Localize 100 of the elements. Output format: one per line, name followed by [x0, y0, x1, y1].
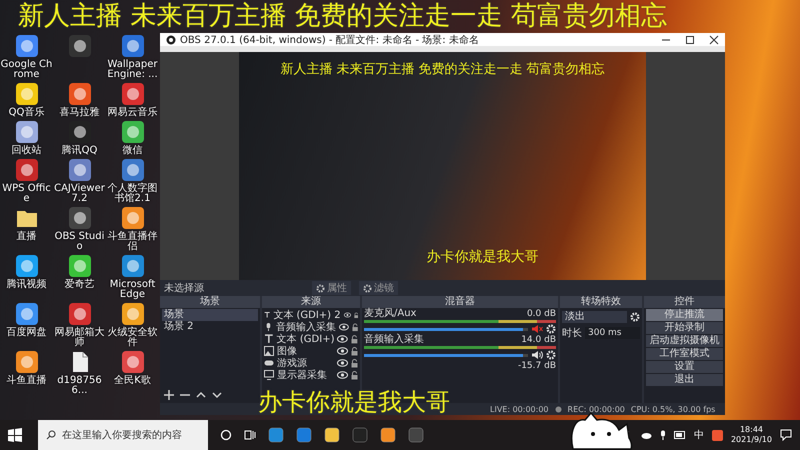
source-item[interactable]: 图像 — [277, 344, 334, 358]
unlocked-icon[interactable] — [351, 334, 358, 344]
app-icon[interactable] — [14, 254, 38, 278]
maximize-icon[interactable] — [685, 34, 695, 44]
dock-title: 混音器 — [362, 296, 558, 308]
microphone-icon — [264, 322, 273, 332]
control-button[interactable]: 开始录制 — [646, 322, 723, 334]
unlocked-icon[interactable] — [354, 310, 358, 320]
eye-icon[interactable] — [337, 347, 348, 355]
task-view-icon[interactable] — [244, 429, 256, 441]
eye-icon[interactable] — [337, 371, 348, 379]
caption-text: 新人主播 未来百万主播 免费的关注走一走 苟富贵勿相忘 — [18, 1, 667, 31]
app-icon[interactable] — [120, 120, 144, 144]
speaker-icon[interactable] — [531, 350, 543, 360]
control-button[interactable]: 工作室模式 — [646, 348, 723, 360]
gear-icon — [363, 284, 372, 292]
control-button[interactable]: 退出 — [646, 374, 723, 386]
icon-label: 爱奇艺 — [64, 280, 96, 290]
unlocked-icon[interactable] — [351, 346, 358, 356]
control-button[interactable]: 设置 — [646, 361, 723, 373]
app-icon[interactable] — [68, 254, 92, 278]
caption-text: 办卡你就是我大哥 — [258, 388, 450, 416]
dock-title: 控件 — [644, 296, 725, 308]
app-icon[interactable] — [14, 302, 38, 326]
battery-icon[interactable] — [674, 431, 686, 439]
chevron-down-icon[interactable] — [212, 390, 222, 400]
app-icon[interactable] — [68, 302, 92, 326]
scene-item[interactable]: 场景 2 — [162, 321, 258, 333]
status-text: CPU: 0.5%, 30.00 fps — [630, 404, 716, 414]
image-icon — [264, 346, 274, 356]
app-icon[interactable] — [120, 254, 144, 278]
app-icon[interactable] — [14, 158, 38, 182]
unlocked-icon[interactable] — [352, 322, 358, 332]
transition-dropdown[interactable]: 淡出 — [562, 311, 627, 323]
circle-icon[interactable] — [220, 429, 232, 441]
chevron-up-icon[interactable] — [196, 390, 206, 400]
windows-icon[interactable] — [8, 428, 22, 442]
app-icon[interactable] — [68, 158, 92, 182]
ime-indicator[interactable]: 中 — [694, 428, 704, 442]
caption-text: 新人主播 未来百万主播 免费的关注走一走 苟富贵勿相忘 — [280, 61, 605, 78]
app-icon[interactable] — [14, 34, 38, 58]
source-item[interactable]: 文本 (GDI+) — [276, 332, 334, 346]
duration-label: 时长 — [562, 326, 582, 340]
channel-reading: 14.0 dB — [521, 335, 556, 345]
icon-label: Microsoft Edge — [108, 280, 156, 300]
app-icon[interactable] — [14, 120, 38, 144]
gear-icon[interactable] — [630, 312, 640, 322]
source-item[interactable]: 音频输入采集 — [276, 320, 336, 334]
window-title: OBS 27.0.1 (64-bit, windows) - 配置文件: 未命名 - 场景: 未命名 — [180, 34, 480, 46]
search-field[interactable]: 在这里输入你要搜索的内容 — [38, 420, 208, 450]
eye-icon[interactable] — [344, 311, 351, 319]
app-icon[interactable] — [120, 82, 144, 106]
source-item[interactable]: 文本 (GDI+) 2 — [273, 308, 341, 322]
app-icon[interactable] — [120, 34, 144, 58]
eye-icon[interactable] — [337, 335, 348, 343]
unlocked-icon[interactable] — [351, 370, 358, 380]
clock-time[interactable]: 18:44 — [740, 425, 764, 435]
source-item[interactable]: 显示器采集 — [277, 368, 334, 382]
app-icon[interactable] — [14, 82, 38, 106]
close-icon[interactable] — [709, 34, 719, 44]
add-icon[interactable] — [164, 390, 174, 400]
channel-name: 音频输入采集 — [364, 335, 424, 345]
icon-label: 回收站 — [10, 146, 42, 156]
gear-icon[interactable] — [546, 350, 556, 360]
gear-icon — [316, 284, 325, 292]
control-button[interactable]: 停止推流 — [646, 309, 723, 321]
icon-label: 网易云音乐 — [106, 108, 158, 118]
app-icon[interactable] — [68, 34, 92, 58]
muted-speaker-icon[interactable] — [531, 324, 543, 334]
icon-label: d1987566... — [56, 376, 103, 396]
icon-label: 腾讯视频 — [6, 280, 48, 290]
app-icon[interactable] — [68, 82, 92, 106]
icon-label: CAJViewer 7.2 — [53, 184, 106, 204]
app-icon[interactable] — [14, 350, 38, 374]
app-icon[interactable] — [120, 206, 144, 230]
scene-item[interactable]: 场景 — [162, 309, 258, 321]
notification-icon[interactable] — [780, 429, 792, 441]
app-icon[interactable] — [380, 427, 396, 443]
source-item[interactable]: 游戏源 — [277, 356, 334, 370]
app-icon[interactable] — [120, 302, 144, 326]
icon-label: 腾讯QQ — [60, 146, 98, 156]
app-icon[interactable] — [120, 158, 144, 182]
properties-button[interactable]: 属性 — [312, 281, 351, 295]
channel-name: 麦克风/Aux — [364, 309, 416, 319]
clock-date[interactable]: 2021/9/10 — [730, 435, 772, 445]
icon-label: Google Chrome — [0, 60, 53, 80]
eye-icon[interactable] — [338, 323, 349, 331]
icon-label: QQ音乐 — [8, 108, 46, 118]
gear-icon[interactable] — [546, 324, 556, 334]
icon-label: 全民K歌 — [113, 376, 152, 386]
app-icon[interactable] — [120, 350, 144, 374]
dock-title: 来源 — [262, 296, 360, 308]
app-icon[interactable] — [68, 206, 92, 230]
microphone-icon[interactable] — [660, 430, 666, 440]
duration-field[interactable]: 300 ms — [585, 327, 640, 339]
unlocked-icon[interactable] — [351, 358, 358, 368]
control-button[interactable]: 启动虚拟摄像机 — [646, 335, 723, 347]
filters-button[interactable]: 滤镜 — [359, 281, 398, 295]
dock-title: 场景 — [160, 296, 260, 308]
eye-icon[interactable] — [337, 359, 348, 367]
